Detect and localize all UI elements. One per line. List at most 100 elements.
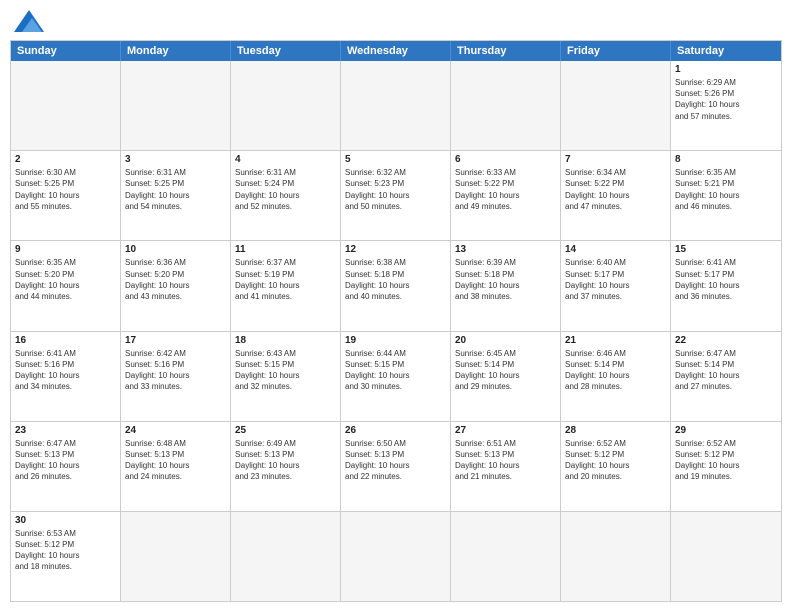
day-info: Sunrise: 6:51 AM Sunset: 5:13 PM Dayligh… [455, 438, 556, 483]
day-cell: 5 Sunrise: 6:32 AM Sunset: 5:23 PM Daylig… [341, 151, 451, 240]
week-row-2: 2 Sunrise: 6:30 AM Sunset: 5:25 PM Daylig… [11, 151, 781, 241]
day-number: 29 [675, 425, 777, 436]
day-info: Sunrise: 6:30 AM Sunset: 5:25 PM Dayligh… [15, 167, 116, 212]
day-info: Sunrise: 6:35 AM Sunset: 5:20 PM Dayligh… [15, 257, 116, 302]
day-cell: 24Sunrise: 6:48 AM Sunset: 5:13 PM Dayli… [121, 422, 231, 511]
day-cell [121, 61, 231, 150]
day-info: Sunrise: 6:40 AM Sunset: 5:17 PM Dayligh… [565, 257, 666, 302]
day-info: Sunrise: 6:52 AM Sunset: 5:12 PM Dayligh… [675, 438, 777, 483]
day-info: Sunrise: 6:48 AM Sunset: 5:13 PM Dayligh… [125, 438, 226, 483]
day-cell: 23 Sunrise: 6:47 AM Sunset: 5:13 PM Dayli… [11, 422, 121, 511]
day-info: Sunrise: 6:49 AM Sunset: 5:13 PM Dayligh… [235, 438, 336, 483]
day-number: 10 [125, 244, 226, 255]
day-number: 8 [675, 154, 777, 165]
day-number: 13 [455, 244, 556, 255]
page: SundayMondayTuesdayWednesdayThursdayFrid… [0, 0, 792, 612]
day-cell: 25Sunrise: 6:49 AM Sunset: 5:13 PM Dayli… [231, 422, 341, 511]
day-info: Sunrise: 6:41 AM Sunset: 5:17 PM Dayligh… [675, 257, 777, 302]
day-cell: 15Sunrise: 6:41 AM Sunset: 5:17 PM Dayli… [671, 241, 781, 330]
day-cell [121, 512, 231, 601]
day-cell [671, 512, 781, 601]
day-cell [231, 512, 341, 601]
day-cell: 6 Sunrise: 6:33 AM Sunset: 5:22 PM Daylig… [451, 151, 561, 240]
day-header-friday: Friday [561, 41, 671, 61]
week-row-3: 9 Sunrise: 6:35 AM Sunset: 5:20 PM Daylig… [11, 241, 781, 331]
logo-icon [14, 10, 44, 32]
day-number: 3 [125, 154, 226, 165]
day-number: 1 [675, 64, 777, 75]
day-number: 11 [235, 244, 336, 255]
day-number: 17 [125, 335, 226, 346]
day-headers: SundayMondayTuesdayWednesdayThursdayFrid… [11, 41, 781, 61]
day-info: Sunrise: 6:34 AM Sunset: 5:22 PM Dayligh… [565, 167, 666, 212]
day-info: Sunrise: 6:41 AM Sunset: 5:16 PM Dayligh… [15, 348, 116, 393]
day-number: 14 [565, 244, 666, 255]
day-cell: 1 Sunrise: 6:29 AM Sunset: 5:26 PM Daylig… [671, 61, 781, 150]
day-cell: 11 Sunrise: 6:37 AM Sunset: 5:19 PM Dayli… [231, 241, 341, 330]
day-cell: 13 Sunrise: 6:39 AM Sunset: 5:18 PM Dayli… [451, 241, 561, 330]
day-cell: 16 Sunrise: 6:41 AM Sunset: 5:16 PM Dayli… [11, 332, 121, 421]
day-cell: 26Sunrise: 6:50 AM Sunset: 5:13 PM Dayli… [341, 422, 451, 511]
day-header-monday: Monday [121, 41, 231, 61]
day-info: Sunrise: 6:35 AM Sunset: 5:21 PM Dayligh… [675, 167, 777, 212]
day-cell: 20 Sunrise: 6:45 AM Sunset: 5:14 PM Dayli… [451, 332, 561, 421]
day-number: 6 [455, 154, 556, 165]
week-row-1: 1 Sunrise: 6:29 AM Sunset: 5:26 PM Daylig… [11, 61, 781, 151]
day-number: 7 [565, 154, 666, 165]
day-cell: 30Sunrise: 6:53 AM Sunset: 5:12 PM Dayli… [11, 512, 121, 601]
day-number: 19 [345, 335, 446, 346]
calendar-body: 1 Sunrise: 6:29 AM Sunset: 5:26 PM Daylig… [11, 61, 781, 601]
day-number: 20 [455, 335, 556, 346]
day-info: Sunrise: 6:43 AM Sunset: 5:15 PM Dayligh… [235, 348, 336, 393]
day-info: Sunrise: 6:33 AM Sunset: 5:22 PM Dayligh… [455, 167, 556, 212]
day-cell [561, 512, 671, 601]
day-cell: 8 Sunrise: 6:35 AM Sunset: 5:21 PM Daylig… [671, 151, 781, 240]
week-row-4: 16 Sunrise: 6:41 AM Sunset: 5:16 PM Dayli… [11, 332, 781, 422]
day-info: Sunrise: 6:31 AM Sunset: 5:24 PM Dayligh… [235, 167, 336, 212]
day-number: 28 [565, 425, 666, 436]
day-cell: 14 Sunrise: 6:40 AM Sunset: 5:17 PM Dayli… [561, 241, 671, 330]
day-cell: 28Sunrise: 6:52 AM Sunset: 5:12 PM Dayli… [561, 422, 671, 511]
day-info: Sunrise: 6:32 AM Sunset: 5:23 PM Dayligh… [345, 167, 446, 212]
day-info: Sunrise: 6:38 AM Sunset: 5:18 PM Dayligh… [345, 257, 446, 302]
day-info: Sunrise: 6:42 AM Sunset: 5:16 PM Dayligh… [125, 348, 226, 393]
day-header-sunday: Sunday [11, 41, 121, 61]
day-info: Sunrise: 6:44 AM Sunset: 5:15 PM Dayligh… [345, 348, 446, 393]
day-info: Sunrise: 6:29 AM Sunset: 5:26 PM Dayligh… [675, 77, 777, 122]
header [10, 10, 782, 32]
logo [10, 10, 44, 32]
day-number: 9 [15, 244, 116, 255]
day-cell: 18 Sunrise: 6:43 AM Sunset: 5:15 PM Dayli… [231, 332, 341, 421]
day-number: 2 [15, 154, 116, 165]
day-cell: 2 Sunrise: 6:30 AM Sunset: 5:25 PM Daylig… [11, 151, 121, 240]
week-row-5: 23 Sunrise: 6:47 AM Sunset: 5:13 PM Dayli… [11, 422, 781, 512]
day-number: 26 [345, 425, 446, 436]
day-header-wednesday: Wednesday [341, 41, 451, 61]
day-cell [451, 61, 561, 150]
day-cell [561, 61, 671, 150]
day-info: Sunrise: 6:37 AM Sunset: 5:19 PM Dayligh… [235, 257, 336, 302]
day-number: 4 [235, 154, 336, 165]
day-info: Sunrise: 6:39 AM Sunset: 5:18 PM Dayligh… [455, 257, 556, 302]
day-info: Sunrise: 6:45 AM Sunset: 5:14 PM Dayligh… [455, 348, 556, 393]
day-cell: 22Sunrise: 6:47 AM Sunset: 5:14 PM Dayli… [671, 332, 781, 421]
day-header-tuesday: Tuesday [231, 41, 341, 61]
calendar: SundayMondayTuesdayWednesdayThursdayFrid… [10, 40, 782, 602]
day-info: Sunrise: 6:47 AM Sunset: 5:13 PM Dayligh… [15, 438, 116, 483]
day-number: 5 [345, 154, 446, 165]
day-cell [231, 61, 341, 150]
day-info: Sunrise: 6:47 AM Sunset: 5:14 PM Dayligh… [675, 348, 777, 393]
day-number: 30 [15, 515, 116, 526]
day-cell: 10 Sunrise: 6:36 AM Sunset: 5:20 PM Dayli… [121, 241, 231, 330]
day-number: 21 [565, 335, 666, 346]
day-info: Sunrise: 6:36 AM Sunset: 5:20 PM Dayligh… [125, 257, 226, 302]
day-info: Sunrise: 6:31 AM Sunset: 5:25 PM Dayligh… [125, 167, 226, 212]
day-cell [341, 61, 451, 150]
day-cell [11, 61, 121, 150]
day-cell: 21Sunrise: 6:46 AM Sunset: 5:14 PM Dayli… [561, 332, 671, 421]
day-cell: 7 Sunrise: 6:34 AM Sunset: 5:22 PM Daylig… [561, 151, 671, 240]
day-number: 23 [15, 425, 116, 436]
day-number: 16 [15, 335, 116, 346]
day-number: 18 [235, 335, 336, 346]
day-cell: 27Sunrise: 6:51 AM Sunset: 5:13 PM Dayli… [451, 422, 561, 511]
